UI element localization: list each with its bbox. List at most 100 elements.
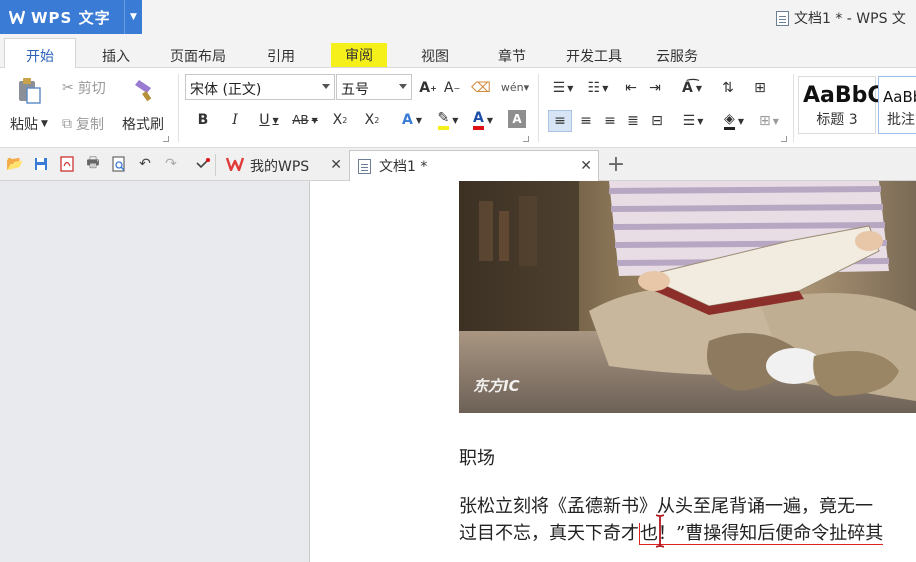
document-icon xyxy=(358,158,371,174)
align-center-icon[interactable]: ≡ xyxy=(576,110,596,132)
copy-button[interactable]: ⧉ 复制 xyxy=(62,114,104,134)
close-tab-icon[interactable]: ✕ xyxy=(330,157,342,173)
redo-icon[interactable]: ↷ xyxy=(162,155,180,173)
decrease-indent-icon[interactable]: ⇤ xyxy=(622,78,640,98)
table-borders-icon[interactable]: ⊞ xyxy=(750,78,770,98)
undo-icon[interactable]: ↶ xyxy=(136,155,154,173)
font-name-select[interactable]: 宋体 (正文) xyxy=(185,74,335,100)
document-paragraph-line[interactable]: 过目不忘，真天下奇才也！”曹操得知后便命令扯碎其 xyxy=(459,519,884,545)
text-effect-icon[interactable]: A ▼ xyxy=(397,110,427,130)
document-image[interactable]: 东方IC xyxy=(459,181,916,413)
paste-dropdown-icon[interactable]: ▼ xyxy=(41,119,48,129)
superscript-icon[interactable]: X2 xyxy=(330,110,350,130)
text-cursor-icon xyxy=(655,514,665,548)
increase-indent-icon[interactable]: ⇥ xyxy=(646,78,664,98)
tab-view[interactable]: 视图 xyxy=(421,46,449,66)
justify-icon[interactable]: ≣ xyxy=(623,110,643,132)
subscript-icon[interactable]: X2 xyxy=(362,110,382,130)
paragraph-text: 过目不忘，真天下奇才 xyxy=(459,523,639,544)
tab-developer[interactable]: 开发工具 xyxy=(566,46,622,66)
tab-references[interactable]: 引用 xyxy=(267,46,295,66)
print-icon[interactable]: 🖶 xyxy=(84,155,102,173)
numbering-icon[interactable]: ☷ ▼ xyxy=(582,78,614,98)
document-paragraph-line[interactable]: 张松立刻将《孟德新书》从头至尾背诵一遍，竟无一 xyxy=(459,492,873,518)
format-painter-icon[interactable] xyxy=(131,76,159,104)
new-tab-icon[interactable]: + xyxy=(606,152,626,177)
font-name-value: 宋体 (正文) xyxy=(190,82,262,98)
style-caption: 批注 xyxy=(887,112,915,128)
grow-font-icon[interactable]: A + xyxy=(419,78,437,98)
phonetic-guide-icon[interactable]: wén▾ xyxy=(500,76,530,98)
tab-chapter[interactable]: 章节 xyxy=(498,46,526,66)
char-shading-icon[interactable]: A xyxy=(508,110,526,128)
tab-insert[interactable]: 插入 xyxy=(102,46,130,66)
open-folder-icon[interactable]: 📂 xyxy=(6,155,24,173)
tab-home[interactable]: 开始 xyxy=(4,38,76,68)
font-group-launcher-icon[interactable] xyxy=(523,136,529,142)
cut-label: 剪切 xyxy=(77,81,106,97)
clipboard-group-launcher-icon[interactable] xyxy=(163,136,169,142)
paste-button[interactable]: 粘贴 ▼ xyxy=(10,114,48,134)
bold-icon[interactable]: B xyxy=(194,110,212,130)
app-menu-dropdown-icon[interactable]: ▼ xyxy=(124,0,142,34)
shrink-font-icon[interactable]: A − xyxy=(443,78,461,98)
style-heading3[interactable]: AaBbC 标题 3 xyxy=(798,76,884,134)
sort-icon[interactable]: ⇅ xyxy=(717,78,739,98)
quick-access-bar: 📂 🖶 ↶ ↷ 我的WPS ✕ 文档1 * ✕ + xyxy=(0,148,916,181)
line-spacing-icon[interactable]: ☰ ▼ xyxy=(678,110,708,132)
customize-toolbar-icon[interactable] xyxy=(194,155,212,173)
font-name-dropdown-icon xyxy=(322,84,330,89)
paste-icon[interactable] xyxy=(14,76,44,106)
italic-icon[interactable]: I xyxy=(226,110,244,130)
doc-tab-my-wps[interactable]: 我的WPS ✕ xyxy=(220,150,348,181)
app-menu-button[interactable]: WPS 文字 ▼ xyxy=(0,0,142,34)
style-comment[interactable]: AaBb 批注 xyxy=(878,76,916,134)
font-size-dropdown-icon xyxy=(399,84,407,89)
clear-format-icon[interactable]: ⌫ xyxy=(471,78,491,98)
tab-cloud[interactable]: 云服务 xyxy=(656,46,698,66)
style-sample: AaBbC xyxy=(803,83,884,108)
style-caption: 标题 3 xyxy=(816,112,858,128)
bullets-icon[interactable]: ☰ ▼ xyxy=(548,78,578,98)
scissors-icon: ✂ xyxy=(62,80,74,96)
title-bar: WPS 文字 ▼ 文档1 * - WPS 文 xyxy=(0,0,916,36)
tab-page-layout[interactable]: 页面布局 xyxy=(170,46,226,66)
distribute-icon[interactable]: ⊟ xyxy=(647,110,667,132)
borders-icon[interactable]: ⊞ ▼ xyxy=(755,110,783,132)
highlight-color-icon[interactable]: ✎ ▼ xyxy=(432,108,464,132)
copy-label: 复制 xyxy=(76,117,104,133)
tab-review[interactable]: 审阅 xyxy=(331,43,387,67)
separator xyxy=(178,74,179,142)
separator xyxy=(215,154,216,176)
separator xyxy=(793,74,794,142)
tracked-change-text[interactable]: 也！”曹操得知后便命令扯碎其 xyxy=(639,523,884,545)
paragraph-shading-icon[interactable]: ◈ ▼ xyxy=(718,110,750,132)
char-direction-icon[interactable]: A͡ ▼ xyxy=(675,78,709,98)
doc-tab-label: 我的WPS xyxy=(250,158,310,175)
cut-button[interactable]: ✂ 剪切 xyxy=(62,78,106,98)
export-pdf-icon[interactable] xyxy=(58,155,76,173)
doc-tab-document1[interactable]: 文档1 * ✕ xyxy=(349,150,599,181)
format-painter-button[interactable]: 格式刷 xyxy=(122,114,164,134)
font-color-icon[interactable]: A ▼ xyxy=(467,108,499,132)
ribbon: 粘贴 ▼ ✂ 剪切 ⧉ 复制 格式刷 宋体 (正文) 五号 A + A − ⌫ wé… xyxy=(0,68,916,148)
underline-icon[interactable]: U ▼ xyxy=(256,110,282,130)
print-preview-icon[interactable] xyxy=(110,155,128,173)
close-tab-icon[interactable]: ✕ xyxy=(580,158,592,174)
strikethrough-icon[interactable]: AB ▼ xyxy=(289,110,321,130)
app-name: WPS 文字 xyxy=(31,8,111,27)
window-title: 文档1 * - WPS 文 xyxy=(776,8,906,28)
paragraph-group-launcher-icon[interactable] xyxy=(781,136,787,142)
image-watermark: 东方IC xyxy=(473,377,520,395)
align-right-icon[interactable]: ≡ xyxy=(600,110,620,132)
separator xyxy=(538,74,539,142)
save-icon[interactable] xyxy=(32,155,50,173)
document-heading[interactable]: 职场 xyxy=(459,444,495,470)
paste-label: 粘贴 xyxy=(10,117,38,133)
wps-logo-icon xyxy=(7,7,27,27)
align-left-icon[interactable]: ≡ xyxy=(548,110,572,132)
window-title-text: 文档1 * - WPS 文 xyxy=(794,11,906,27)
document-icon xyxy=(776,10,789,26)
font-size-select[interactable]: 五号 xyxy=(336,74,412,100)
left-margin-area xyxy=(0,181,310,562)
